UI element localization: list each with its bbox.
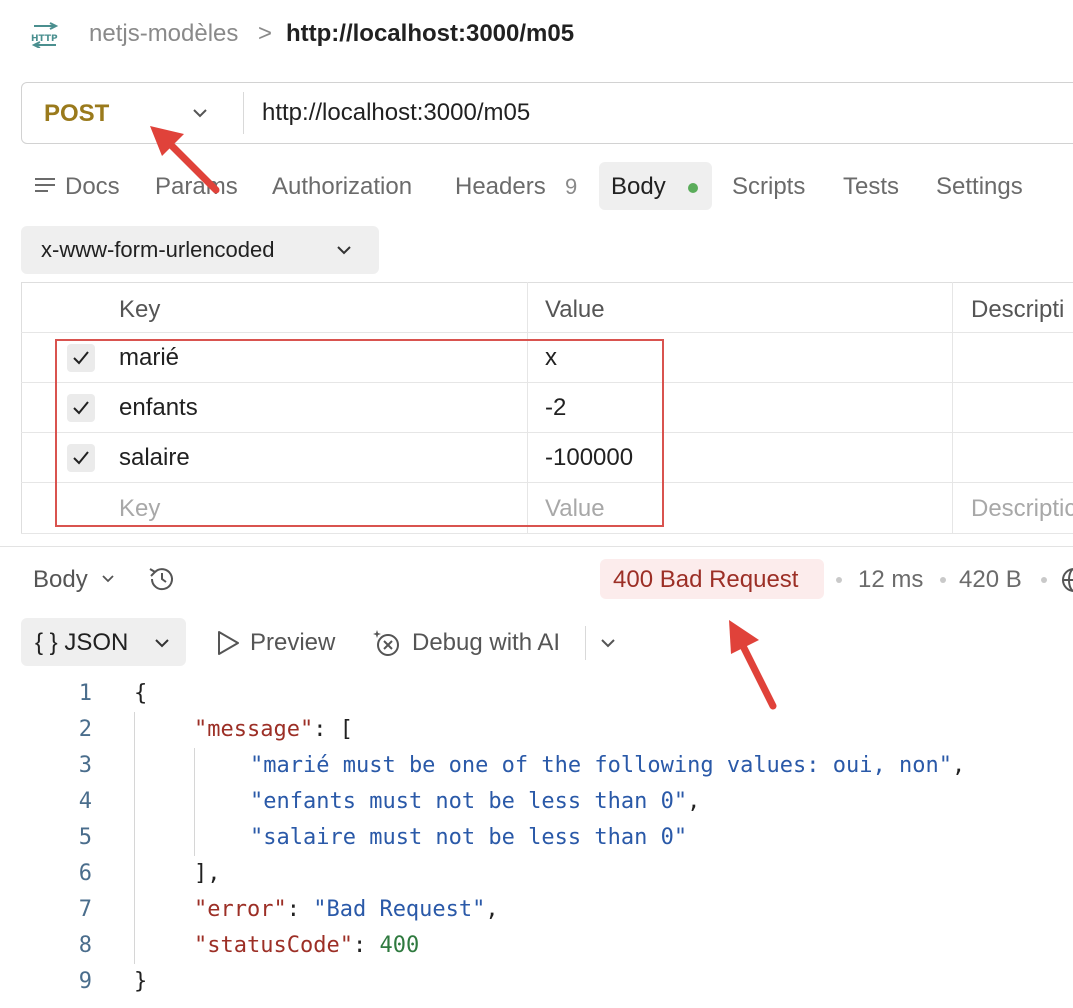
tab-settings[interactable]: Settings [936,172,1023,202]
divider [243,92,244,134]
new-description-input[interactable]: Descriptic [971,494,1073,524]
response-time[interactable]: 12 ms [858,565,923,595]
url-input[interactable]: http://localhost:3000/m05 [262,98,530,128]
http-icon: HTTP [30,22,60,49]
history-icon[interactable] [146,563,178,595]
code-line-2[interactable]: "message": [ [194,712,353,748]
docs-icon [34,176,56,196]
status-text[interactable]: 400 Bad Request [613,565,798,595]
annotation-highlight-box [55,339,664,527]
line-number: 2 [78,717,92,742]
row-divider [21,332,1073,333]
column-header-key: Key [119,296,161,323]
format-name: JSON [64,629,129,656]
response-body-dropdown[interactable]: Body [33,565,88,595]
body-mode-label[interactable]: x-www-form-urlencoded [41,236,275,264]
meta-separator-dot [836,577,842,583]
debug-with-ai-button[interactable]: Debug with AI [412,628,560,658]
tab-authorization[interactable]: Authorization [272,172,412,202]
tab-body[interactable]: Body [611,172,666,202]
body-indicator-dot [688,183,698,193]
line-number: 6 [78,861,92,886]
line-number: 4 [78,789,92,814]
code-line-8[interactable]: "statusCode": 400 [194,928,419,964]
line-number: 3 [78,753,92,778]
code-line-5[interactable]: "salaire must not be less than 0" [250,820,687,856]
headers-count-badge: 9 [565,174,578,199]
row-divider [21,533,1073,534]
column-divider [952,282,953,534]
chevron-down-icon[interactable] [598,633,618,653]
chevron-down-icon[interactable] [334,240,354,260]
meta-separator-dot [1041,577,1047,583]
column-header-description: Descripti [971,296,1065,323]
indent-guide [134,712,135,964]
preview-button[interactable]: Preview [250,628,335,658]
response-size[interactable]: 420 B [959,565,1022,595]
table-border [21,282,22,534]
line-number: 9 [78,969,92,994]
breadcrumb-collection[interactable]: netjs-modèles [89,19,238,49]
url-bar [21,82,1073,144]
chevron-down-icon[interactable] [152,633,172,653]
line-number: 8 [78,933,92,958]
pane-divider[interactable] [0,546,1073,547]
code-line-7[interactable]: "error": "Bad Request", [194,892,499,928]
tab-params[interactable]: Params [155,172,238,202]
tab-docs[interactable]: Docs [65,172,120,202]
line-number: 1 [78,681,92,706]
line-number: 7 [78,897,92,922]
annotation-arrow-status [729,620,777,710]
play-icon[interactable] [214,629,242,657]
format-label[interactable]: { } JSON [35,628,128,658]
ai-debug-icon[interactable] [372,627,404,659]
code-line-3[interactable]: "marié must be one of the following valu… [250,748,965,784]
code-line-9[interactable]: } [134,964,147,1000]
divider [585,626,586,660]
breadcrumb-request-title[interactable]: http://localhost:3000/m05 [286,19,574,49]
chevron-down-icon[interactable] [190,103,210,123]
table-border [21,282,1073,283]
meta-separator-dot [940,577,946,583]
tab-tests[interactable]: Tests [843,172,899,202]
method-select[interactable]: POST [44,99,109,129]
column-header-value: Value [545,296,605,323]
breadcrumb-separator: > [258,20,273,47]
line-number: 5 [78,825,92,850]
indent-guide [194,748,195,856]
chevron-down-icon[interactable] [100,571,116,587]
tab-scripts[interactable]: Scripts [732,172,805,202]
code-line-1[interactable]: { [134,676,147,712]
braces-icon: { } [35,629,58,656]
globe-icon[interactable] [1060,566,1073,594]
code-line-6[interactable]: ], [194,856,221,892]
code-line-4[interactable]: "enfants must not be less than 0", [250,784,700,820]
tab-headers[interactable]: Headers [455,172,546,202]
svg-text:HTTP: HTTP [31,34,58,44]
